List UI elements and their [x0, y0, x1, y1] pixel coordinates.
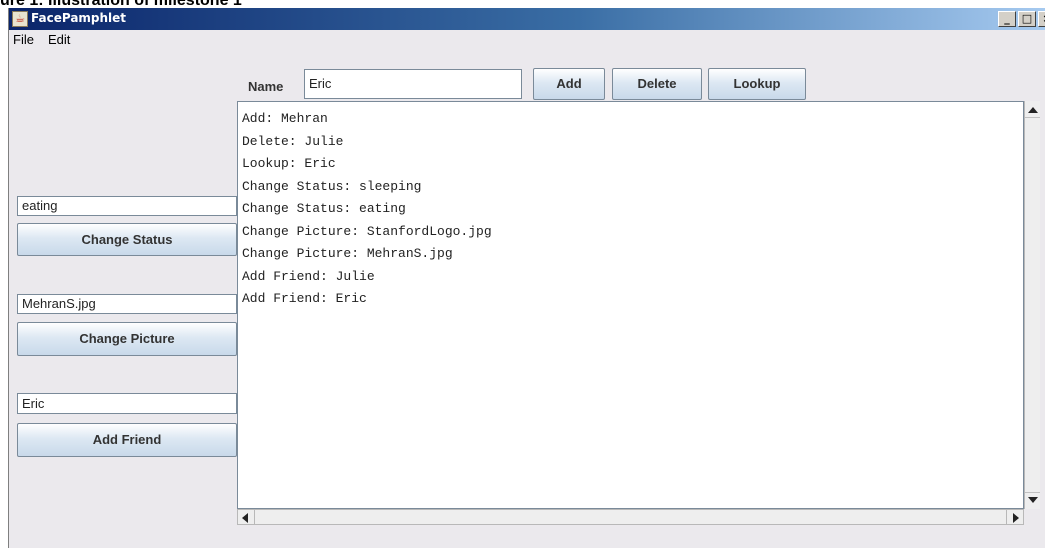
title-bar[interactable]: ☕ FacePamphlet _ □ ×: [9, 8, 1045, 30]
scroll-down-arrow-icon[interactable]: [1028, 497, 1038, 503]
lookup-button[interactable]: Lookup: [708, 68, 806, 100]
log-line: Lookup: Eric: [242, 156, 336, 171]
scroll-right-arrow-icon[interactable]: [1013, 513, 1019, 523]
log-text-area[interactable]: Add: Mehran Delete: Julie Lookup: Eric Chan…: [237, 101, 1024, 509]
log-line: Change Picture: StanfordLogo.jpg: [242, 223, 492, 239]
window-controls: _ □ ×: [998, 11, 1045, 27]
log-line: Change Status: sleeping: [242, 178, 422, 194]
log-line: Add Friend: Eric: [242, 291, 367, 306]
add-button[interactable]: Add: [533, 68, 605, 100]
horizontal-scrollbar[interactable]: [237, 509, 1024, 525]
menu-file[interactable]: File: [13, 32, 34, 47]
log-line: Delete: Julie: [242, 133, 344, 149]
scrollbar-corner: [1024, 509, 1040, 525]
friend-input[interactable]: Eric: [17, 393, 237, 414]
log-line: Change Status: eating: [242, 201, 406, 216]
log-line: Add: Mehran: [242, 111, 328, 126]
vertical-scrollbar[interactable]: [1024, 101, 1040, 509]
window-title: FacePamphlet: [31, 11, 127, 25]
maximize-button[interactable]: □: [1018, 11, 1036, 27]
minimize-button[interactable]: _: [998, 11, 1016, 27]
add-friend-button[interactable]: Add Friend: [17, 423, 237, 457]
delete-button[interactable]: Delete: [612, 68, 702, 100]
scroll-track-divider: [1006, 510, 1007, 524]
name-label: Name: [248, 79, 284, 94]
menu-bar: File Edit: [9, 30, 1045, 50]
menu-edit[interactable]: Edit: [48, 32, 70, 47]
scroll-track-divider: [254, 510, 255, 524]
scroll-track-divider: [1025, 117, 1040, 118]
name-input[interactable]: Eric: [304, 69, 522, 99]
scroll-track-divider: [1025, 492, 1040, 493]
change-picture-button[interactable]: Change Picture: [17, 322, 237, 356]
picture-input[interactable]: MehranS.jpg: [17, 294, 237, 314]
java-app-icon: ☕: [12, 11, 28, 27]
log-line: Add Friend: Julie: [242, 268, 375, 284]
scroll-up-arrow-icon[interactable]: [1028, 107, 1038, 113]
change-status-button[interactable]: Change Status: [17, 223, 237, 256]
status-input[interactable]: eating: [17, 196, 237, 216]
log-line: Change Picture: MehranS.jpg: [242, 246, 453, 261]
scroll-left-arrow-icon[interactable]: [242, 513, 248, 523]
close-button[interactable]: ×: [1038, 11, 1045, 27]
